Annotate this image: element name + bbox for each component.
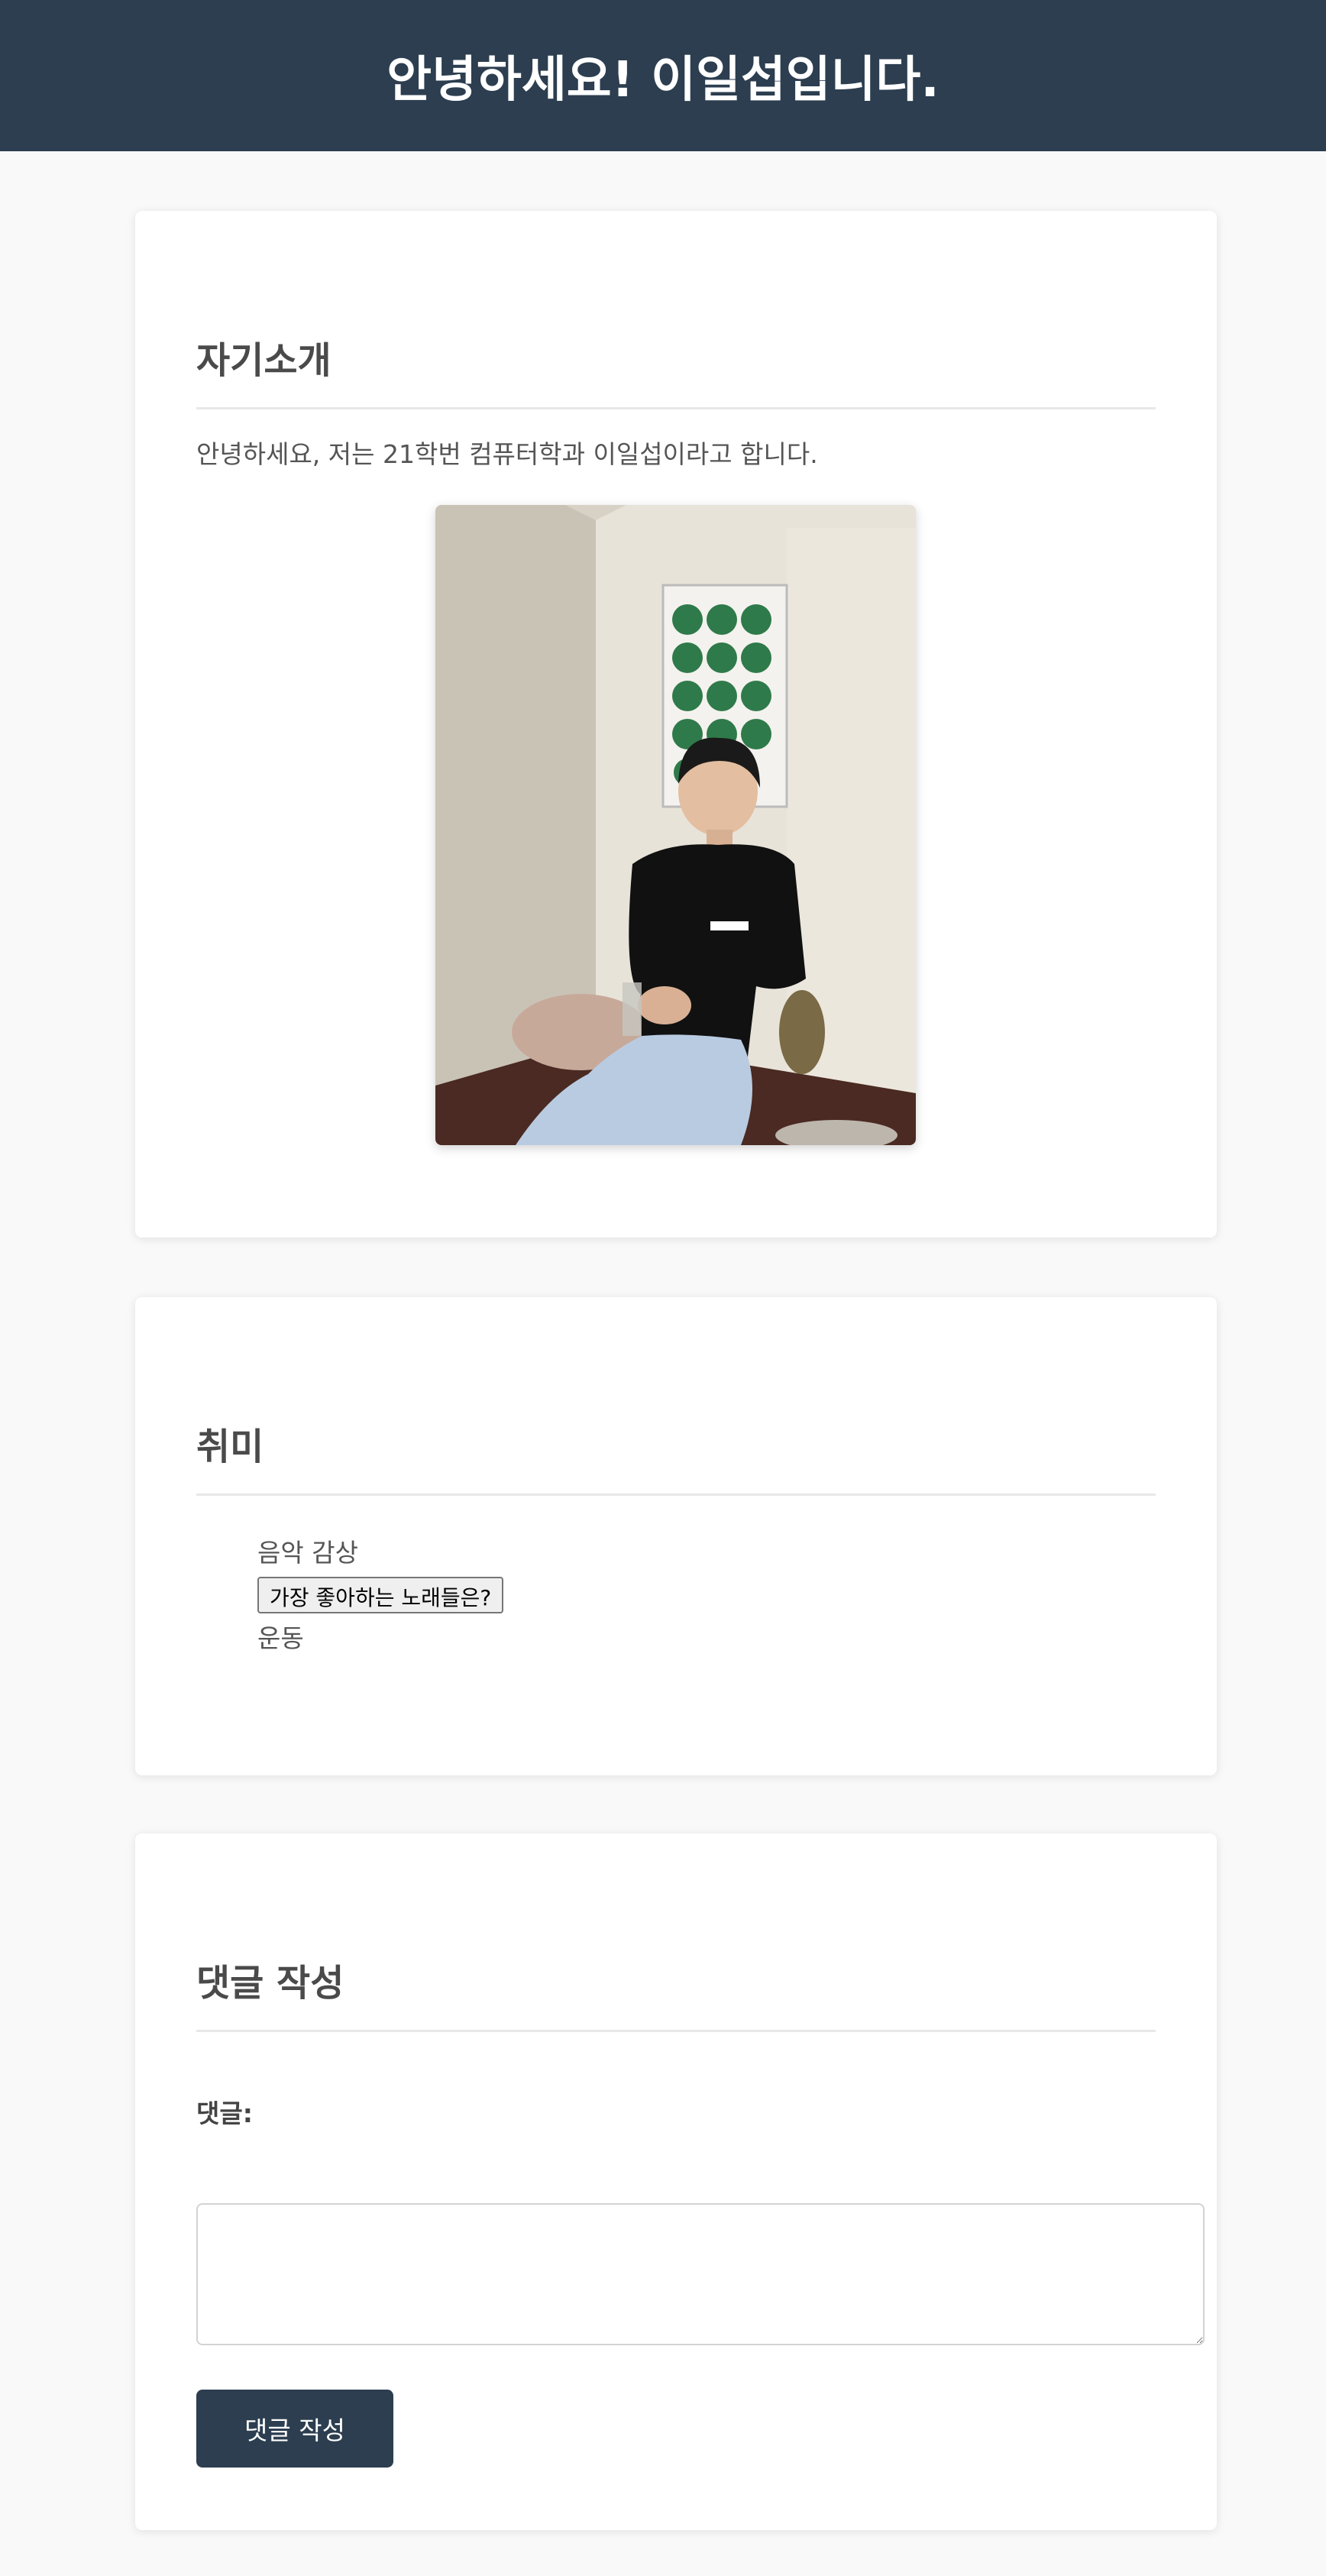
hobby-item-music: 음악 감상	[257, 1538, 358, 1568]
profile-photo	[435, 505, 916, 1145]
intro-heading: 자기소개	[196, 339, 332, 382]
comment-divider	[196, 2030, 1156, 2032]
intro-section: 자기소개 안녕하세요, 저는 21학번 컴퓨터학과 이일섭이라고 합니다.	[135, 211, 1217, 1238]
hobby-item-exercise: 운동	[257, 1623, 304, 1653]
comment-label: 댓글:	[196, 2099, 253, 2128]
page-title: 안녕하세요! 이일섭입니다.	[386, 52, 940, 108]
intro-divider	[196, 407, 1156, 409]
favorite-songs-button[interactable]: 가장 좋아하는 노래들은?	[257, 1577, 504, 1613]
hobby-divider	[196, 1493, 1156, 1496]
submit-comment-button[interactable]: 댓글 작성	[196, 2390, 393, 2468]
comment-textarea[interactable]	[196, 2203, 1205, 2345]
comment-section: 댓글 작성 댓글: 댓글 작성	[135, 1833, 1217, 2530]
hobby-button-row: 가장 좋아하는 노래들은?	[257, 1572, 504, 1620]
hobby-heading: 취미	[196, 1426, 264, 1468]
hobby-section: 취미 음악 감상 가장 좋아하는 노래들은? 운동	[135, 1297, 1217, 1775]
page-header: 안녕하세요! 이일섭입니다.	[0, 0, 1326, 151]
hobby-list: 음악 감상 가장 좋아하는 노래들은? 운동	[257, 1534, 504, 1658]
comment-heading: 댓글 작성	[196, 1962, 344, 2005]
intro-text: 안녕하세요, 저는 21학번 컴퓨터학과 이일섭이라고 합니다.	[196, 439, 818, 469]
